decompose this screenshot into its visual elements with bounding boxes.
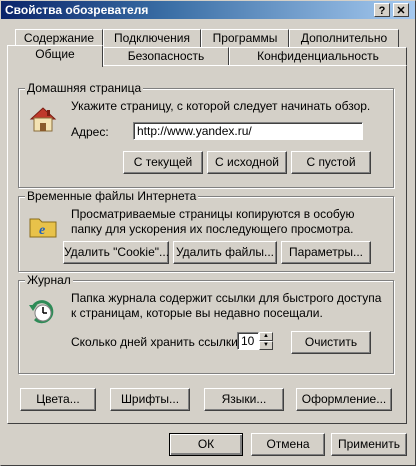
history-clock-icon <box>29 300 54 324</box>
history-desc-line2: к страницам, которые вы недавно посещали… <box>71 306 323 320</box>
delete-files-button[interactable]: Удалить файлы... <box>173 241 277 264</box>
cancel-button[interactable]: Отмена <box>251 433 325 456</box>
svg-text:e: e <box>39 223 45 238</box>
history-days-spinner[interactable]: ▲ ▼ <box>259 332 273 350</box>
tab-programs[interactable]: Программы <box>201 29 289 47</box>
tab-connections[interactable]: Подключения <box>103 29 201 47</box>
temp-files-group: Временные файлы Интернета e Просматривае… <box>18 189 394 272</box>
tab-advanced[interactable]: Дополнительно <box>289 29 399 47</box>
internet-options-dialog: Свойства обозревателя ? ✕ Содержание Под… <box>0 0 416 466</box>
clear-history-button[interactable]: Очистить <box>291 331 371 354</box>
spin-down-icon[interactable]: ▼ <box>259 341 273 350</box>
house-icon <box>29 107 57 132</box>
title-bar: Свойства обозревателя ? ✕ <box>1 1 415 19</box>
apply-button[interactable]: Применить <box>331 433 407 456</box>
home-page-description: Укажите страницу, с которой следует начи… <box>71 99 371 113</box>
use-default-button[interactable]: С исходной <box>207 151 287 174</box>
tab-security[interactable]: Безопасность <box>103 47 229 65</box>
address-label: Адрес: <box>71 125 109 139</box>
home-page-group: Домашняя страница Укажите страницу, с ко… <box>18 81 394 188</box>
languages-button[interactable]: Языки... <box>204 388 284 411</box>
colors-button[interactable]: Цвета... <box>20 388 96 411</box>
window-title: Свойства обозревателя <box>5 3 149 17</box>
tab-general[interactable]: Общие <box>7 45 103 67</box>
use-blank-button[interactable]: С пустой <box>291 151 371 174</box>
temp-folder-icon: e <box>29 218 57 238</box>
history-group: Журнал Папка журнала содержит ссылки для… <box>18 273 394 374</box>
use-current-button[interactable]: С текущей <box>123 151 203 174</box>
accessibility-button[interactable]: Оформление... <box>296 388 392 411</box>
history-days-input[interactable]: 10 <box>237 332 259 350</box>
temp-files-legend: Временные файлы Интернета <box>25 189 199 203</box>
temp-files-desc-line2: папку для ускорения их последующего прос… <box>71 222 354 236</box>
temp-settings-button[interactable]: Параметры... <box>281 241 371 264</box>
temp-files-desc-line1: Просматриваемые страницы копируются в ос… <box>71 207 355 221</box>
fonts-button[interactable]: Шрифты... <box>110 388 190 411</box>
address-input[interactable]: http://www.yandex.ru/ <box>133 122 363 140</box>
help-button[interactable]: ? <box>374 3 390 17</box>
delete-cookies-button[interactable]: Удалить "Cookie"... <box>63 241 169 264</box>
tab-privacy[interactable]: Конфиденциальность <box>229 47 407 65</box>
spin-up-icon[interactable]: ▲ <box>259 332 273 341</box>
ok-button[interactable]: ОК <box>169 433 243 456</box>
close-button[interactable]: ✕ <box>393 3 409 17</box>
general-tab-panel: Домашняя страница Укажите страницу, с ко… <box>7 65 407 424</box>
home-page-legend: Домашняя страница <box>25 81 144 95</box>
history-legend: Журнал <box>25 273 73 287</box>
history-days-label: Сколько дней хранить ссылки: <box>71 335 242 349</box>
history-desc-line1: Папка журнала содержит ссылки для быстро… <box>71 291 382 305</box>
